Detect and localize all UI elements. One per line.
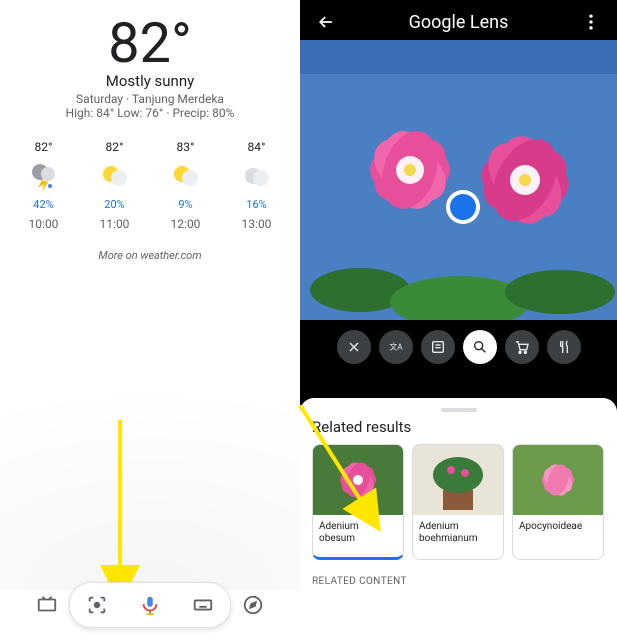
result-thumb bbox=[513, 445, 603, 515]
thunderstorm-icon bbox=[28, 160, 60, 192]
results-heading: Related results bbox=[312, 418, 605, 436]
lens-image[interactable] bbox=[300, 40, 617, 320]
result-thumb bbox=[413, 445, 503, 515]
hour-time: 13:00 bbox=[242, 217, 272, 231]
lens-mode-bar: 文A bbox=[300, 320, 617, 374]
svg-text:文A: 文A bbox=[389, 342, 403, 352]
hour-temp: 83° bbox=[177, 140, 195, 154]
day-location: Saturday · Tanjung Merdeka bbox=[0, 92, 300, 106]
result-card[interactable]: Adenium obesum bbox=[312, 444, 404, 560]
lens-icon[interactable] bbox=[85, 593, 109, 617]
hour-slot[interactable]: 82° 42% 10:00 bbox=[14, 140, 74, 231]
result-label: Apocynoideae bbox=[513, 515, 603, 557]
hour-time: 10:00 bbox=[29, 217, 59, 231]
search-mode-icon[interactable] bbox=[463, 330, 497, 364]
hour-temp: 82° bbox=[106, 140, 124, 154]
hour-precip: 42% bbox=[33, 198, 53, 211]
hour-slot[interactable]: 84° 16% 13:00 bbox=[227, 140, 287, 231]
hour-slot[interactable]: 83° 9% 12:00 bbox=[156, 140, 216, 231]
result-thumb bbox=[313, 445, 403, 515]
hour-temp: 84° bbox=[248, 140, 266, 154]
current-temperature: 82° bbox=[0, 10, 300, 76]
more-icon[interactable] bbox=[579, 10, 603, 34]
hour-precip: 16% bbox=[246, 198, 266, 211]
assistant-glow bbox=[0, 330, 300, 590]
related-content-heading: RELATED CONTENT bbox=[312, 576, 605, 587]
focus-dot-icon[interactable] bbox=[446, 190, 480, 224]
explore-icon[interactable] bbox=[241, 593, 265, 617]
assistant-bottom-bar bbox=[0, 582, 300, 628]
sheet-handle-icon[interactable] bbox=[441, 408, 477, 412]
close-mode-icon[interactable] bbox=[337, 330, 371, 364]
hour-time: 12:00 bbox=[171, 217, 201, 231]
condition-text: Mostly sunny bbox=[0, 72, 300, 90]
result-card[interactable]: Adenium boehmianum bbox=[412, 444, 504, 560]
keyboard-icon[interactable] bbox=[191, 593, 215, 617]
dining-mode-icon[interactable] bbox=[547, 330, 581, 364]
assistant-input-pill bbox=[69, 582, 231, 628]
partly-sunny-icon bbox=[170, 160, 202, 192]
weather-panel: 82° Mostly sunny Saturday · Tanjung Merd… bbox=[0, 0, 300, 640]
hour-slot[interactable]: 82° 20% 11:00 bbox=[85, 140, 145, 231]
result-label: Adenium obesum bbox=[313, 515, 403, 557]
back-icon[interactable] bbox=[314, 10, 338, 34]
lens-panel: Google Lens bbox=[300, 0, 617, 640]
whats-on-screen-icon[interactable] bbox=[35, 593, 59, 617]
more-weather-link[interactable]: More on weather.com bbox=[0, 249, 300, 262]
partly-sunny-icon bbox=[99, 160, 131, 192]
weather-stats: High: 84° Low: 76° · Precip: 80% bbox=[0, 106, 300, 120]
results-sheet[interactable]: Related results Adenium obesum Adenium b… bbox=[300, 398, 617, 640]
cloudy-icon bbox=[241, 160, 273, 192]
translate-mode-icon[interactable]: 文A bbox=[379, 330, 413, 364]
lens-title: Google Lens bbox=[409, 12, 509, 33]
hour-temp: 82° bbox=[35, 140, 53, 154]
hour-precip: 20% bbox=[104, 198, 124, 211]
result-card[interactable]: Apocynoideae bbox=[512, 444, 604, 560]
result-cards: Adenium obesum Adenium boehmianum Apocyn… bbox=[312, 444, 605, 560]
shopping-mode-icon[interactable] bbox=[505, 330, 539, 364]
mic-icon[interactable] bbox=[138, 593, 162, 617]
text-mode-icon[interactable] bbox=[421, 330, 455, 364]
hourly-forecast: 82° 42% 10:00 82° 20% 11:00 83° 9% 12:00… bbox=[0, 140, 300, 231]
hour-precip: 9% bbox=[178, 198, 192, 211]
hour-time: 11:00 bbox=[100, 217, 130, 231]
result-label: Adenium boehmianum bbox=[413, 515, 503, 557]
